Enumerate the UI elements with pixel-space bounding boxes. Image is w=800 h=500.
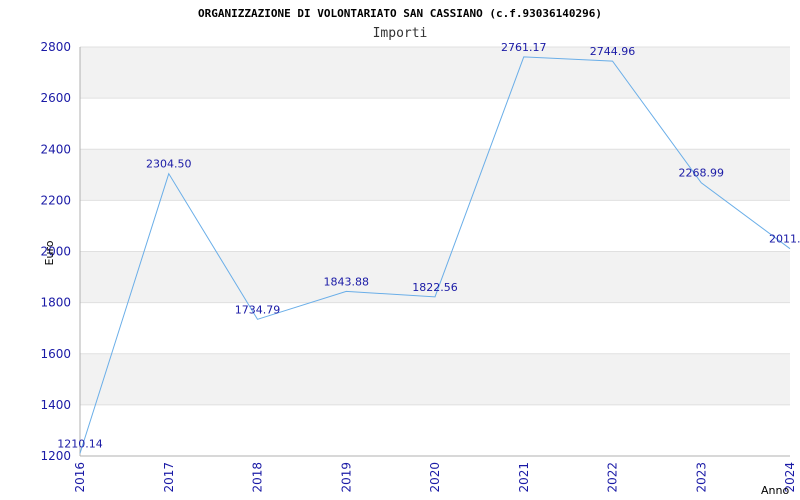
y-tick-label: 1600 <box>40 347 71 361</box>
x-tick-label: 2020 <box>428 462 442 493</box>
data-label: 1210.14 <box>57 437 103 450</box>
background-band <box>80 251 790 303</box>
y-tick-label: 2800 <box>40 40 71 54</box>
background-band <box>80 47 790 99</box>
y-tick-label: 2200 <box>40 193 71 207</box>
x-tick-label: 2022 <box>606 462 620 493</box>
background-bands <box>80 47 790 405</box>
x-tick-label: 2016 <box>73 462 87 493</box>
y-tick-label: 2400 <box>40 142 71 156</box>
x-tick-label: 2021 <box>517 462 531 493</box>
line-chart: 120014001600180020002200240026002800 201… <box>40 7 800 497</box>
y-tick-label: 1400 <box>40 398 71 412</box>
chart-subtitle: Importi <box>373 26 428 41</box>
data-label: 2268.99 <box>679 167 725 180</box>
data-label: 2304.50 <box>146 158 192 171</box>
y-tick-label: 1200 <box>40 449 71 463</box>
data-label: 2761.17 <box>501 41 547 54</box>
y-tick-label: 2600 <box>40 91 71 105</box>
x-axis-label: Anno <box>761 484 789 497</box>
x-tick-label: 2023 <box>694 462 708 493</box>
x-tick-label: 2019 <box>339 462 353 493</box>
data-label: 1822.56 <box>412 281 458 294</box>
data-label: 1843.88 <box>324 275 370 288</box>
background-band <box>80 353 790 405</box>
data-label: 2011.0 <box>769 233 800 246</box>
chart-title: ORGANIZZAZIONE DI VOLONTARIATO SAN CASSI… <box>198 7 602 20</box>
x-tick-label: 2018 <box>251 462 265 493</box>
x-tick-labels: 2016 2017 2018 2019 2020 2021 2022 2023 2024 <box>73 462 797 493</box>
y-tick-label: 1800 <box>40 296 71 310</box>
data-label: 1734.79 <box>235 303 281 316</box>
y-axis-label: Euro <box>43 240 56 265</box>
data-label: 2744.96 <box>590 45 636 58</box>
x-tick-label: 2017 <box>162 462 176 493</box>
